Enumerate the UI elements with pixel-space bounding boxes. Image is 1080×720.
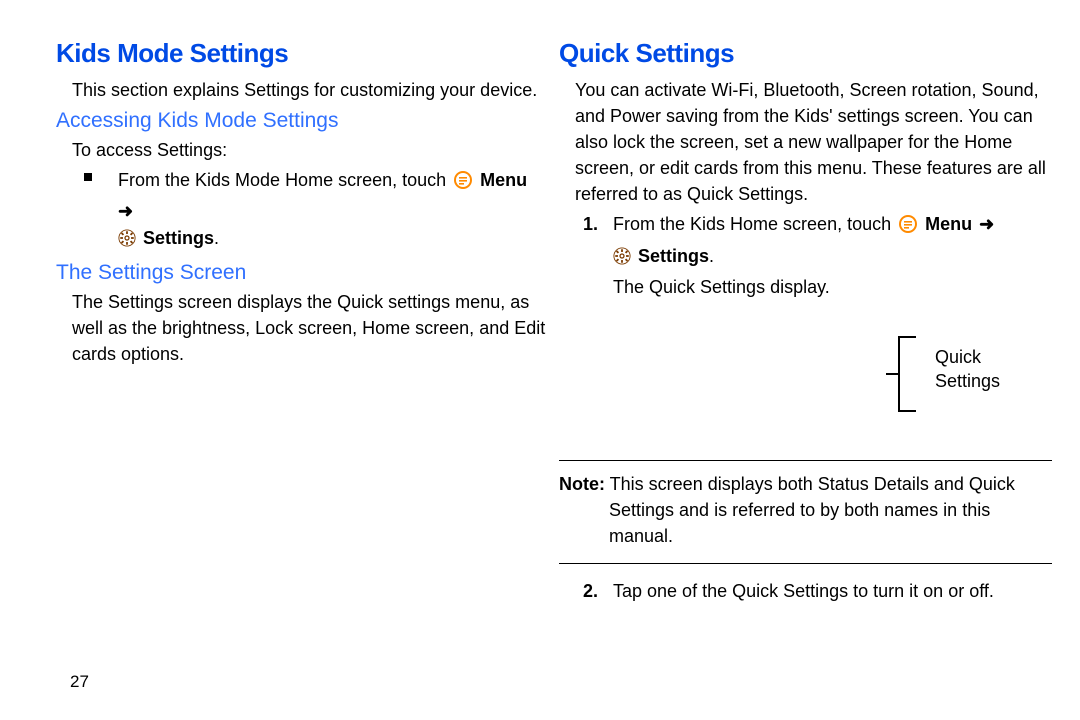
step-2-text: Tap one of the Quick Settings to turn it… [613,581,994,601]
callout-label: Quick Settings [935,346,1000,393]
step-2-number: 2. [583,578,598,606]
quick-settings-callout: Quick Settings [559,320,1052,440]
period: . [709,246,714,266]
step-1-after: The Quick Settings display. [613,277,830,297]
step-1-pre: From the Kids Home screen, touch [613,214,896,234]
arrow-icon: ➜ [972,214,994,234]
step-2: 2. Tap one of the Quick Settings to turn… [577,578,1052,606]
access-lead: To access Settings: [56,137,549,163]
gear-icon [118,228,136,255]
step-1: 1. From the Kids Home screen, touch Menu… [577,211,1052,302]
settings-label: Settings [143,228,214,248]
bracket-icon [898,336,916,412]
step-1-menu-label: Menu [925,214,972,234]
callout-line-1: Quick [935,347,981,367]
menu-icon [453,170,473,198]
note-body: This screen displays both Status Details… [605,474,1015,546]
menu-icon [898,214,918,243]
settings-screen-para: The Settings screen displays the Quick s… [56,289,549,367]
step-1-settings-label: Settings [638,246,709,266]
heading-kids-mode-settings: Kids Mode Settings [56,38,549,69]
note-label: Note: [559,474,605,494]
menu-label: Menu [480,170,527,190]
subhead-accessing: Accessing Kids Mode Settings [56,109,549,133]
square-bullet-icon [84,173,92,181]
subhead-settings-screen: The Settings Screen [56,261,549,285]
gear-icon [613,246,631,274]
quick-settings-para: You can activate Wi-Fi, Bluetooth, Scree… [559,77,1052,207]
bullet-text-pre: From the Kids Mode Home screen, touch [118,170,451,190]
intro-text: This section explains Settings for custo… [56,77,549,103]
left-column: Kids Mode Settings This section explains… [56,38,549,700]
bullet-access-step: From the Kids Mode Home screen, touch Me… [74,167,549,255]
step-1-number: 1. [583,211,598,239]
right-column: Quick Settings You can activate Wi-Fi, B… [559,38,1052,700]
page-number: 27 [70,672,89,692]
note-text: Note: This screen displays both Status D… [559,471,1052,549]
manual-page: Kids Mode Settings This section explains… [0,0,1080,720]
heading-quick-settings: Quick Settings [559,38,1052,69]
callout-line-2: Settings [935,371,1000,391]
note-block: Note: This screen displays both Status D… [559,460,1052,564]
period: . [214,228,219,248]
